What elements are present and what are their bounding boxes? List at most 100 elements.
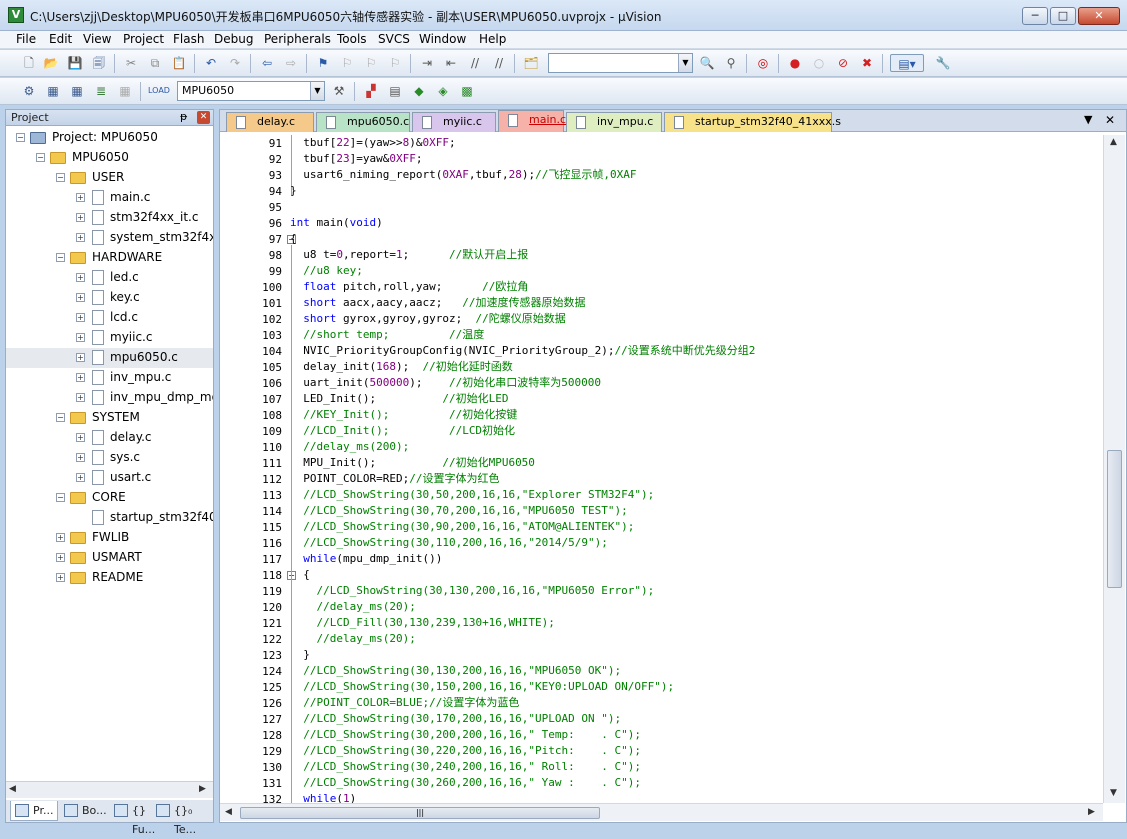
expander-icon[interactable]: − (36, 153, 45, 162)
code-line[interactable]: //LCD_ShowString(30,170,200,16,16,"UPLOA… (290, 711, 621, 727)
start-debug-icon[interactable]: ◎ (754, 54, 772, 72)
menu-edit[interactable]: Edit (49, 32, 72, 46)
code-line[interactable]: //LCD_ShowString(30,240,200,16,16," Roll… (290, 759, 641, 775)
disable-breakpoints-icon[interactable]: ⊘ (834, 54, 852, 72)
kill-breakpoints-icon[interactable]: ✖ (858, 54, 876, 72)
scroll-right-icon[interactable]: ▶ (1088, 807, 1095, 817)
tree-item[interactable]: − MPU6050 (6, 148, 213, 168)
code-line[interactable]: //LCD_Fill(30,130,239,130+16,WHITE); (290, 615, 555, 631)
menu-debug[interactable]: Debug (214, 32, 253, 46)
menu-svcs[interactable]: SVCS (378, 32, 410, 46)
undo-icon[interactable]: ↶ (202, 54, 220, 72)
code-line[interactable]: //LCD_Init(); //LCD初始化 (290, 423, 515, 439)
translate-icon[interactable]: ⚙ (20, 82, 38, 100)
code-line[interactable]: //delay_ms(20); (290, 631, 416, 647)
editor-horizontal-scrollbar[interactable]: ◀ ||| ▶ (220, 803, 1103, 821)
tree-item[interactable]: + USMART (6, 548, 213, 568)
copy-icon[interactable]: ⧉ (146, 54, 164, 72)
save-all-icon[interactable]: 🗐 (90, 54, 108, 72)
tree-item[interactable]: − HARDWARE (6, 248, 213, 268)
code-line[interactable]: LED_Init(); //初始化LED (290, 391, 508, 407)
navigate-forward-icon[interactable]: ⇨ (282, 54, 300, 72)
target-options-icon[interactable]: ⚒ (330, 82, 348, 100)
code-line[interactable]: //LCD_ShowString(30,70,200,16,16,"MPU605… (290, 503, 628, 519)
project-tab-2[interactable]: {} Fu... (110, 801, 155, 836)
code-line[interactable]: //LCD_ShowString(30,130,200,16,16,"MPU60… (290, 583, 655, 599)
expander-icon[interactable]: + (76, 393, 85, 402)
tree-item[interactable]: + sys.c (6, 448, 213, 468)
batch-build-icon[interactable]: ≣ (92, 82, 110, 100)
code-line[interactable]: u8 t=0,report=1; //默认开启上报 (290, 247, 528, 263)
code-line[interactable]: //u8 key; (290, 263, 363, 279)
code-line[interactable]: delay_init(168); //初始化延时函数 (290, 359, 512, 375)
build-icon[interactable]: ▦ (44, 82, 62, 100)
menu-help[interactable]: Help (479, 32, 506, 46)
expander-icon[interactable]: + (76, 313, 85, 322)
menu-window[interactable]: Window (419, 32, 466, 46)
scroll-left-icon[interactable]: ◀ (225, 807, 232, 817)
manage-project-items-icon[interactable]: ▞ (362, 82, 380, 100)
menu-flash[interactable]: Flash (173, 32, 204, 46)
expander-icon[interactable]: − (56, 413, 65, 422)
chevron-down-icon[interactable]: ▼ (678, 54, 692, 72)
code-line[interactable]: //LCD_ShowString(30,130,200,16,16,"MPU60… (290, 663, 621, 679)
file-tab[interactable]: main.c (498, 110, 566, 132)
expander-icon[interactable]: + (76, 373, 85, 382)
next-bookmark-icon[interactable]: ⚐ (362, 54, 380, 72)
code-line[interactable]: //delay_ms(200); (290, 439, 409, 455)
project-tab-0[interactable]: Pr... (10, 801, 58, 821)
editor-vertical-scrollbar[interactable]: ▲ ▼ (1103, 135, 1125, 803)
incremental-find-icon[interactable]: ⚲ (722, 54, 740, 72)
code-line[interactable]: } (290, 183, 297, 199)
pin-icon[interactable]: ᵽ (180, 110, 187, 123)
new-file-icon[interactable]: 🗋 (20, 54, 38, 72)
tree-item[interactable]: + inv_mpu_dmp_mo (6, 388, 213, 408)
code-line[interactable]: { (290, 567, 310, 583)
navigate-back-icon[interactable]: ⇦ (258, 54, 276, 72)
file-tab[interactable]: inv_mpu.c (566, 112, 662, 132)
code-line[interactable]: short aacx,aacy,aacz; //加速度传感器原始数据 (290, 295, 585, 311)
tree-item[interactable]: + system_stm32f4xx. (6, 228, 213, 248)
tab-list-dropdown-icon[interactable]: ▼ (1084, 113, 1092, 126)
find-icon[interactable]: 🔍 (698, 54, 716, 72)
menu-file[interactable]: File (16, 32, 36, 46)
cut-icon[interactable]: ✂ (122, 54, 140, 72)
tree-item[interactable]: + inv_mpu.c (6, 368, 213, 388)
expander-icon[interactable]: + (56, 533, 65, 542)
tree-item[interactable]: + main.c (6, 188, 213, 208)
close-button[interactable]: ✕ (1078, 7, 1120, 25)
indent-icon[interactable]: ⇥ (418, 54, 436, 72)
code-line[interactable]: usart6_niming_report(0XAF,tbuf,28);//飞控显… (290, 167, 636, 183)
scroll-right-icon[interactable]: ▶ (199, 784, 206, 794)
code-line[interactable]: uart_init(500000); //初始化串口波特率为500000 (290, 375, 601, 391)
code-line[interactable]: //short temp; //温度 (290, 327, 484, 343)
expander-icon[interactable]: + (76, 433, 85, 442)
code-line[interactable]: while(1) (290, 791, 356, 803)
expander-icon[interactable]: + (76, 353, 85, 362)
tree-item[interactable]: + README (6, 568, 213, 588)
insert-breakpoint-icon[interactable]: ● (786, 54, 804, 72)
file-tab[interactable]: startup_stm32f40_41xxx.s (664, 112, 841, 132)
enable-breakpoint-icon[interactable]: ○ (810, 54, 828, 72)
prev-bookmark-icon[interactable]: ⚐ (338, 54, 356, 72)
expander-icon[interactable]: + (76, 193, 85, 202)
code-line[interactable]: //POINT_COLOR=BLUE;//设置字体为蓝色 (290, 695, 519, 711)
download-icon[interactable]: LOAD (148, 82, 170, 100)
expander-icon[interactable]: + (76, 233, 85, 242)
minimize-button[interactable]: ─ (1022, 7, 1048, 25)
software-packs-icon[interactable]: ▩ (458, 82, 476, 100)
menu-peripherals[interactable]: Peripherals (264, 32, 331, 46)
code-line[interactable]: short gyrox,gyroy,gyroz; //陀螺仪原始数据 (290, 311, 565, 327)
tree-item[interactable]: + lcd.c (6, 308, 213, 328)
code-line[interactable]: { (290, 231, 297, 247)
tree-item[interactable]: + led.c (6, 268, 213, 288)
manage-rte-icon[interactable]: ◆ (410, 82, 428, 100)
code-line[interactable]: //KEY_Init(); //初始化按键 (290, 407, 517, 423)
tree-item[interactable]: + myiic.c (6, 328, 213, 348)
expander-icon[interactable]: − (16, 133, 25, 142)
code-line[interactable]: //LCD_ShowString(30,50,200,16,16,"Explor… (290, 487, 654, 503)
project-tab-3[interactable]: {}₀ Te... (152, 801, 210, 836)
project-tab-1[interactable]: Bo... (60, 801, 108, 821)
tree-item[interactable]: − CORE (6, 488, 213, 508)
tree-item[interactable]: − Project: MPU6050 (6, 128, 213, 148)
